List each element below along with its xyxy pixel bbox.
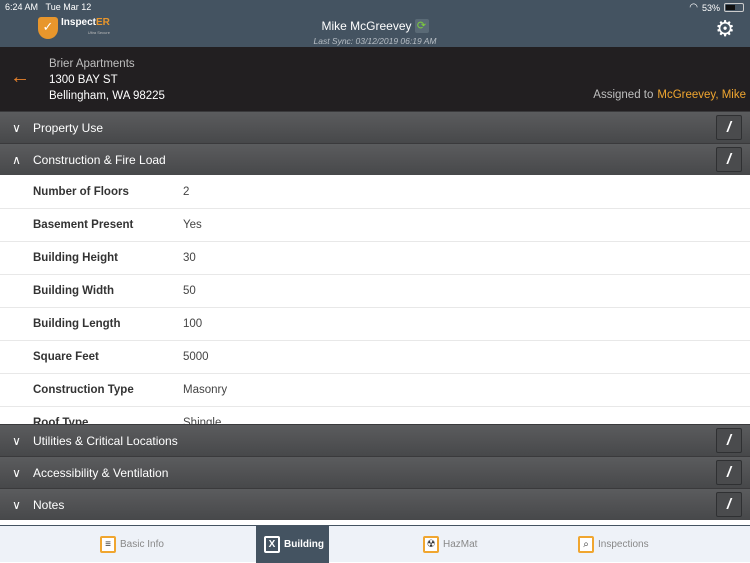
date-text: Tue Mar 12 <box>45 2 92 12</box>
status-indicators: ◠ 53% <box>689 2 744 13</box>
section-utilities[interactable]: ∨ Utilities & Critical Locations / <box>0 424 750 456</box>
edit-button[interactable]: / <box>716 428 742 453</box>
field-row: Roof Type Shingle <box>0 407 750 424</box>
property-city: Bellingham, WA 98225 <box>49 90 165 102</box>
edit-icon: / <box>726 151 732 168</box>
tab-hazmat[interactable]: ☢ HazMat <box>423 526 477 563</box>
field-row: Construction Type Masonry <box>0 374 750 407</box>
gear-icon[interactable]: ⚙ <box>715 18 735 40</box>
inspection-magnifier-icon: ⌕ <box>578 536 594 553</box>
assignee-name[interactable]: McGreevey, Mike <box>657 89 746 101</box>
field-row: Building Length 100 <box>0 308 750 341</box>
field-row: Square Feet 5000 <box>0 341 750 374</box>
edit-button[interactable]: / <box>716 115 742 140</box>
assigned-to: Assigned to McGreevey, Mike <box>593 89 746 101</box>
time-text: 6:24 AM <box>5 2 39 12</box>
chevron-down-icon: ∨ <box>12 433 21 448</box>
property-name: Brier Apartments <box>49 58 135 70</box>
document-info-icon: ≡ <box>100 536 116 553</box>
sync-icon[interactable]: ⟳ <box>414 19 429 33</box>
field-row: Building Width 50 <box>0 275 750 308</box>
property-header: ← Brier Apartments 1300 BAY ST Bellingha… <box>0 47 750 112</box>
field-row: Building Height 30 <box>0 242 750 275</box>
tab-bar: ≡ Basic Info X Building ☢ HazMat ⌕ Inspe… <box>0 525 750 563</box>
section-property-use[interactable]: ∨ Property Use / <box>0 111 750 143</box>
top-bar: 6:24 AM Tue Mar 12 ◠ 53% ✓ InspectER Ult… <box>0 0 750 47</box>
building-icon: X <box>264 536 280 553</box>
edit-icon: / <box>726 464 732 481</box>
edit-icon: / <box>726 119 732 136</box>
chevron-down-icon: ∨ <box>12 497 21 512</box>
chevron-up-icon: ∧ <box>12 152 21 167</box>
edit-button[interactable]: / <box>716 492 742 517</box>
back-arrow-icon[interactable]: ← <box>10 66 30 89</box>
chevron-down-icon: ∨ <box>12 465 21 480</box>
status-time: 6:24 AM Tue Mar 12 <box>5 2 91 12</box>
section-accessibility[interactable]: ∨ Accessibility & Ventilation / <box>0 456 750 488</box>
battery-icon <box>724 3 744 12</box>
field-row: Basement Present Yes <box>0 209 750 242</box>
edit-button[interactable]: / <box>716 147 742 172</box>
construction-fields[interactable]: Number of Floors 2 Basement Present Yes Bu… <box>0 176 750 424</box>
wifi-icon: ◠ <box>689 2 698 13</box>
battery-percent: 53% <box>701 2 720 13</box>
tab-basic-info[interactable]: ≡ Basic Info <box>100 526 164 563</box>
field-row: Number of Floors 2 <box>0 176 750 209</box>
hazmat-icon: ☢ <box>423 536 439 553</box>
property-street: 1300 BAY ST <box>49 74 118 86</box>
user-block: Mike McGreevey ⟳ Last Sync: 03/12/2019 0… <box>0 17 750 46</box>
chevron-down-icon: ∨ <box>12 120 21 135</box>
last-sync: Last Sync: 03/12/2019 06:19 AM <box>313 36 437 46</box>
property-address: Brier Apartments 1300 BAY ST Bellingham,… <box>49 56 165 104</box>
edit-icon: / <box>726 496 732 513</box>
edit-icon: / <box>726 432 732 449</box>
tab-inspections[interactable]: ⌕ Inspections <box>578 526 649 563</box>
section-notes[interactable]: ∨ Notes / <box>0 488 750 520</box>
section-construction-fire-load[interactable]: ∧ Construction & Fire Load / <box>0 143 750 175</box>
tab-building[interactable]: X Building <box>256 526 329 563</box>
user-name: Mike McGreevey <box>321 19 412 33</box>
edit-button[interactable]: / <box>716 460 742 485</box>
